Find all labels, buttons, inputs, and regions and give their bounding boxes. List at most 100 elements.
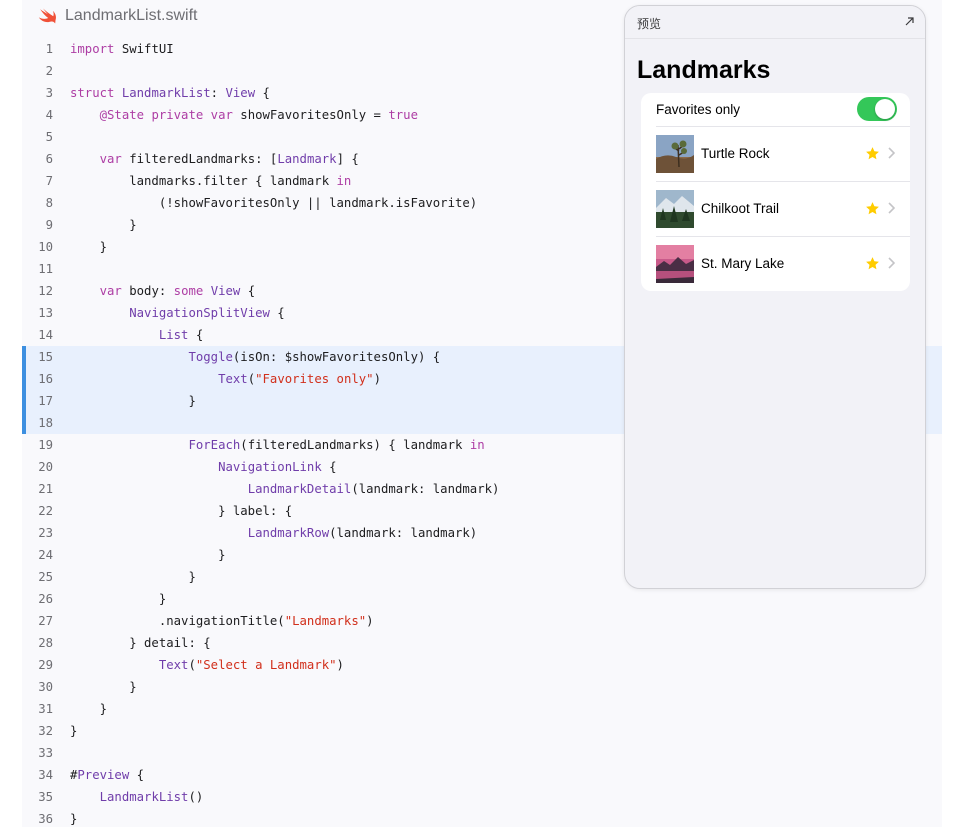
line-number: 18 [38,416,53,430]
code-token: } [70,240,108,254]
code-token: List [158,328,189,342]
star-icon [866,202,879,215]
landmark-row-chilkoot-trail[interactable]: Chilkoot Trail [641,181,910,236]
line-number: 21 [38,482,53,496]
code-token: } detail: { [70,636,211,650]
code-token: in [469,438,485,452]
code-token: } [70,812,78,826]
favorites-toggle-row[interactable]: Favorites only [641,93,910,126]
landmark-row-turtle-rock[interactable]: Turtle Rock [641,126,910,181]
code-token: (landmark: landmark) [351,482,500,496]
code-line[interactable]: 35 LandmarkList() [22,786,942,808]
code-line[interactable]: 32} [22,720,942,742]
code-token: import [70,42,115,56]
code-token: ) [336,658,344,672]
line-number: 22 [38,504,53,518]
code-line[interactable]: 31 } [22,698,942,720]
code-line[interactable]: 36} [22,808,942,827]
code-token: LandmarkList [121,86,211,100]
chevron-right-icon [888,257,895,269]
line-number: 8 [45,196,53,210]
line-number: 32 [38,724,53,738]
code-token: { [255,86,270,100]
code-token: } label: { [70,504,293,518]
code-token: ForEach [188,438,241,452]
file-header: LandmarkList.swift [38,4,198,28]
code-token: LandmarkDetail [247,482,352,496]
code-token: ) [373,372,381,386]
landmark-row-st-mary-lake[interactable]: St. Mary Lake [641,236,910,291]
code-token: some [173,284,204,298]
code-token: LandmarkRow [247,526,330,540]
file-name[interactable]: LandmarkList.swift [65,7,198,25]
code-token: true [388,108,418,122]
line-number: 35 [38,790,53,804]
code-token: NavigationSplitView [129,306,270,320]
line-number: 15 [38,350,53,364]
code-token: { [269,306,285,320]
line-number: 12 [38,284,53,298]
line-number: 30 [38,680,53,694]
code-token: "Select a Landmark" [195,658,337,672]
code-token: LandmarkList [99,790,189,804]
code-token: } [70,724,78,738]
code-line[interactable]: 27 .navigationTitle("Landmarks") [22,610,942,632]
code-token: NavigationLink [218,460,322,474]
code-token: } [70,218,137,232]
code-line[interactable]: 33 [22,742,942,764]
code-token: } [70,394,196,408]
code-line[interactable]: 26 } [22,588,942,610]
code-token: (isOn: $showFavoritesOnly) { [232,350,441,364]
landmark-name: Chilkoot Trail [701,201,780,216]
line-number: 4 [45,108,53,122]
toggle-knob [875,99,895,119]
code-token: "Landmarks" [284,614,367,628]
line-number: 17 [38,394,53,408]
code-token: Toggle [188,350,233,364]
code-token: { [321,460,337,474]
code-token: var [99,152,122,166]
code-line[interactable]: 34 #Preview { [22,764,942,786]
landmark-name: St. Mary Lake [701,256,785,271]
code-token: ) [366,614,374,628]
code-token: } [70,702,108,716]
star-icon [866,147,879,160]
code-line[interactable]: 30 } [22,676,942,698]
line-number: 6 [45,152,53,166]
line-number: 2 [45,64,53,78]
code-line[interactable]: 28 } detail: { [22,632,942,654]
code-token: : [210,86,226,100]
line-number: 29 [38,658,53,672]
code-token: Text [158,658,189,672]
chevron-right-icon [888,147,895,159]
navigation-title: Landmarks [637,56,771,84]
code-token: { [129,768,145,782]
code-token: } [70,570,196,584]
code-line[interactable]: 29 Text("Select a Landmark") [22,654,942,676]
swift-icon [38,8,56,24]
line-number: 10 [38,240,53,254]
line-number: 9 [45,218,53,232]
code-token: ] { [336,152,359,166]
code-token: @State private var [99,108,233,122]
code-token: () [188,790,204,804]
landmark-list: Favorites only Turtle Rock Chilkoot Trai… [641,93,910,291]
preview-canvas: 预览 Landmarks Favorites only Turtle Rock [624,5,926,589]
code-token: showFavoritesOnly = [232,108,389,122]
favorites-toggle-switch[interactable] [857,97,897,121]
code-token: } [70,548,226,562]
code-token: (landmark: landmark) [329,526,478,540]
line-number: 14 [38,328,53,342]
chevron-right-icon [888,202,895,214]
chilkoot-trail-thumbnail [656,189,694,228]
expand-arrow-icon[interactable] [904,16,915,27]
